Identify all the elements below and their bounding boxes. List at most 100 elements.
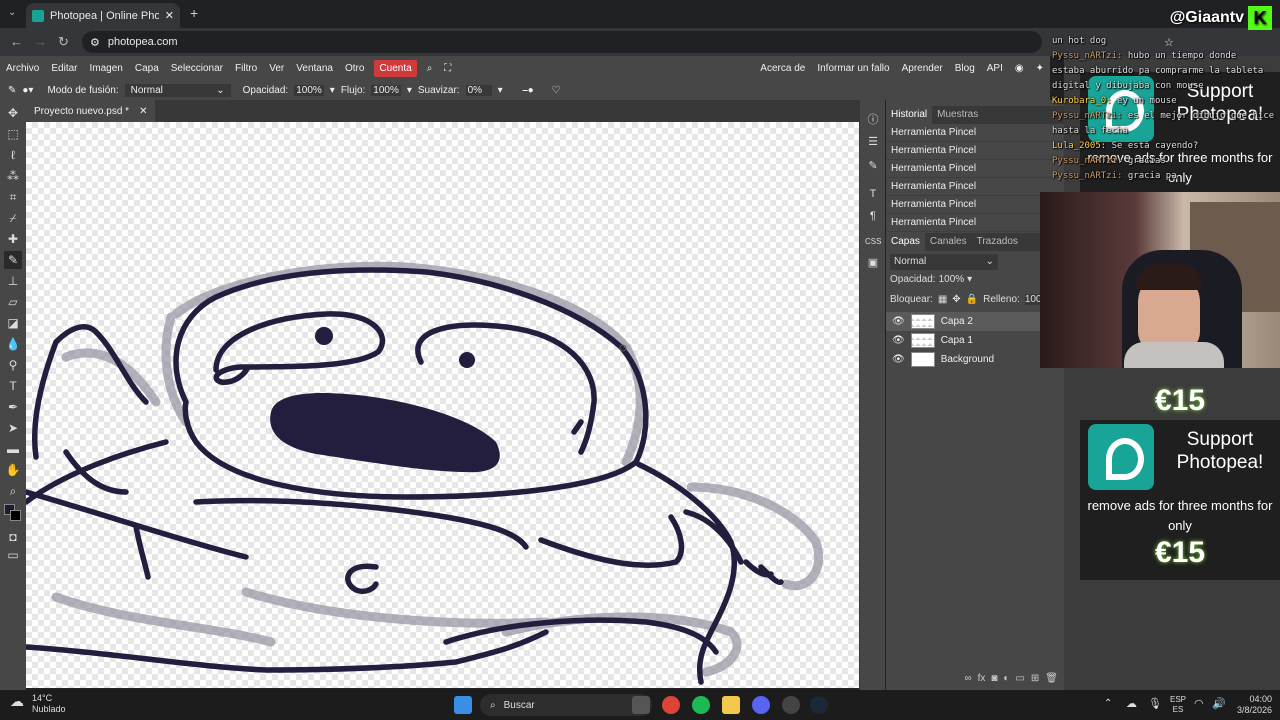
tab-trazados[interactable]: Trazados bbox=[972, 233, 1023, 251]
canvas[interactable] bbox=[26, 122, 859, 688]
link-layers-icon[interactable]: ∞ bbox=[964, 673, 971, 684]
layer-row[interactable]: 👁 Background bbox=[886, 350, 1064, 369]
chrome-icon[interactable] bbox=[662, 696, 680, 714]
volume-icon[interactable]: 🔊 bbox=[1212, 697, 1226, 710]
task-view-icon[interactable] bbox=[632, 696, 650, 714]
eye-icon[interactable]: 👁 bbox=[892, 316, 905, 327]
layer-row[interactable]: 👁 Capa 1 bbox=[886, 331, 1064, 350]
twitter-icon[interactable]: ✦ bbox=[1030, 63, 1050, 74]
discord-icon[interactable] bbox=[752, 696, 770, 714]
tray-chevron-icon[interactable]: ⌃ bbox=[1104, 698, 1112, 709]
account-button[interactable]: Cuenta bbox=[374, 59, 417, 77]
weather-widget[interactable]: 14°C Nublado ☁ bbox=[10, 693, 66, 715]
adjustment-layer-icon[interactable]: ◐ bbox=[1003, 673, 1009, 684]
browser-tab[interactable]: Photopea | Online Photo Editor ✕ bbox=[26, 3, 180, 28]
hand-tool-icon[interactable]: ✋ bbox=[4, 461, 22, 479]
history-item[interactable]: Herramienta Pincel bbox=[886, 178, 1064, 196]
eye-icon[interactable]: 👁 bbox=[892, 354, 905, 365]
history-item[interactable]: Herramienta Pincel bbox=[886, 160, 1064, 178]
lock-position-icon[interactable]: ✥ bbox=[952, 294, 960, 305]
back-icon[interactable]: ← bbox=[10, 34, 23, 49]
smooth-dropdown-icon[interactable]: ▾ bbox=[498, 85, 503, 96]
path-select-tool-icon[interactable]: ➤ bbox=[4, 419, 22, 437]
layer-effects-icon[interactable]: fx bbox=[978, 673, 986, 684]
history-item[interactable]: Herramienta Pincel bbox=[886, 142, 1064, 160]
history-item[interactable]: Herramienta Pincel bbox=[886, 196, 1064, 214]
clock[interactable]: 04:00 3/8/2026 bbox=[1230, 694, 1272, 716]
network-icon[interactable]: ☁ bbox=[1126, 697, 1137, 710]
image-icon[interactable]: ▣ bbox=[865, 255, 881, 271]
zoom-tool-icon[interactable]: ⌕ bbox=[4, 482, 22, 500]
opacity-value[interactable]: 100% bbox=[294, 84, 324, 96]
menu-archivo[interactable]: Archivo bbox=[0, 63, 45, 74]
history-item[interactable]: Herramienta Pincel bbox=[886, 124, 1064, 142]
info-icon[interactable]: ⓘ bbox=[865, 112, 881, 128]
tab-canales[interactable]: Canales bbox=[925, 233, 972, 251]
pressure-icon[interactable]: ⎯● bbox=[523, 85, 534, 96]
color-swatch-icon[interactable] bbox=[4, 504, 22, 522]
search-icon[interactable]: ⌕ bbox=[421, 63, 439, 74]
forward-icon[interactable]: → bbox=[34, 34, 47, 49]
quick-mask-icon[interactable]: ◘ bbox=[4, 528, 22, 546]
opacity-dropdown-icon[interactable]: ▾ bbox=[967, 274, 972, 285]
close-tab-icon[interactable]: ✕ bbox=[165, 9, 174, 22]
shape-tool-icon[interactable]: ▬ bbox=[4, 440, 22, 458]
brush-settings-icon[interactable]: ✎ bbox=[865, 158, 881, 174]
spotify-icon[interactable] bbox=[692, 696, 710, 714]
tab-muestras[interactable]: Muestras bbox=[932, 106, 983, 124]
crop-tool-icon[interactable]: ⌗ bbox=[4, 188, 22, 206]
pen-tool-icon[interactable]: ✒ bbox=[4, 398, 22, 416]
wifi-icon[interactable]: ◠ bbox=[1194, 697, 1204, 710]
flow-dropdown-icon[interactable]: ▾ bbox=[407, 85, 412, 96]
document-tab[interactable]: Proyecto nuevo.psd * ✕ bbox=[26, 100, 156, 122]
character-icon[interactable]: T bbox=[865, 186, 881, 202]
layer-row[interactable]: 👁 Capa 2 bbox=[886, 312, 1064, 331]
tab-search-icon[interactable]: ⌄ bbox=[8, 7, 16, 18]
menu-informar-fallo[interactable]: Informar un fallo bbox=[811, 63, 895, 74]
menu-ver[interactable]: Ver bbox=[263, 63, 290, 74]
close-document-icon[interactable]: ✕ bbox=[139, 106, 147, 117]
dodge-tool-icon[interactable]: ⚲ bbox=[4, 356, 22, 374]
mic-icon[interactable]: 🎙 bbox=[1148, 697, 1162, 710]
menu-otro[interactable]: Otro bbox=[339, 63, 370, 74]
lasso-tool-icon[interactable]: ℓ bbox=[4, 146, 22, 164]
lock-transparency-icon[interactable]: ▦ bbox=[938, 294, 947, 305]
new-tab-icon[interactable]: + bbox=[190, 5, 198, 21]
site-info-icon[interactable]: ⚙ bbox=[90, 36, 100, 49]
brush-preset-icon[interactable]: ●▾ bbox=[22, 85, 33, 96]
menu-acerca-de[interactable]: Acerca de bbox=[754, 63, 811, 74]
fullscreen-icon[interactable]: ⛶ bbox=[438, 63, 457, 74]
fill-tool-icon[interactable]: ◪ bbox=[4, 314, 22, 332]
eyedropper-tool-icon[interactable]: ⌿ bbox=[4, 209, 22, 227]
brush-tool-icon[interactable]: ✎ bbox=[4, 251, 22, 269]
language-indicator[interactable]: ESP ES bbox=[1170, 695, 1186, 715]
menu-api[interactable]: API bbox=[981, 63, 1009, 74]
reload-icon[interactable]: ↻ bbox=[58, 34, 69, 50]
tab-historial[interactable]: Historial bbox=[886, 106, 933, 124]
opacity-dropdown-icon[interactable]: ▾ bbox=[330, 85, 335, 96]
menu-filtro[interactable]: Filtro bbox=[229, 63, 263, 74]
file-explorer-icon[interactable] bbox=[722, 696, 740, 714]
obs-icon[interactable] bbox=[782, 696, 800, 714]
healing-tool-icon[interactable]: ✚ bbox=[4, 230, 22, 248]
layer-mask-icon[interactable]: ◙ bbox=[991, 673, 997, 684]
menu-editar[interactable]: Editar bbox=[45, 63, 83, 74]
tab-capas[interactable]: Capas bbox=[886, 233, 925, 251]
menu-imagen[interactable]: Imagen bbox=[83, 63, 128, 74]
taskbar-search[interactable]: ⌕ Buscar bbox=[480, 694, 652, 716]
type-tool-icon[interactable]: T bbox=[4, 377, 22, 395]
omnibox[interactable]: ⚙ photopea.com ☆ bbox=[82, 31, 1174, 53]
menu-blog[interactable]: Blog bbox=[949, 63, 981, 74]
blur-tool-icon[interactable]: 💧 bbox=[4, 335, 22, 353]
steam-icon[interactable] bbox=[810, 696, 828, 714]
move-tool-icon[interactable]: ✥ bbox=[4, 104, 22, 122]
smooth-value[interactable]: 0% bbox=[465, 84, 492, 96]
css-icon[interactable]: CSS bbox=[865, 234, 881, 250]
menu-capa[interactable]: Capa bbox=[129, 63, 165, 74]
paragraph-icon[interactable]: ¶ bbox=[865, 208, 881, 224]
new-group-icon[interactable]: ▭ bbox=[1015, 673, 1024, 684]
clone-stamp-tool-icon[interactable]: ⊥ bbox=[4, 272, 22, 290]
windows-start-icon[interactable] bbox=[454, 696, 472, 714]
layer-opacity-value[interactable]: 100% bbox=[939, 274, 965, 285]
eraser-tool-icon[interactable]: ▱ bbox=[4, 293, 22, 311]
